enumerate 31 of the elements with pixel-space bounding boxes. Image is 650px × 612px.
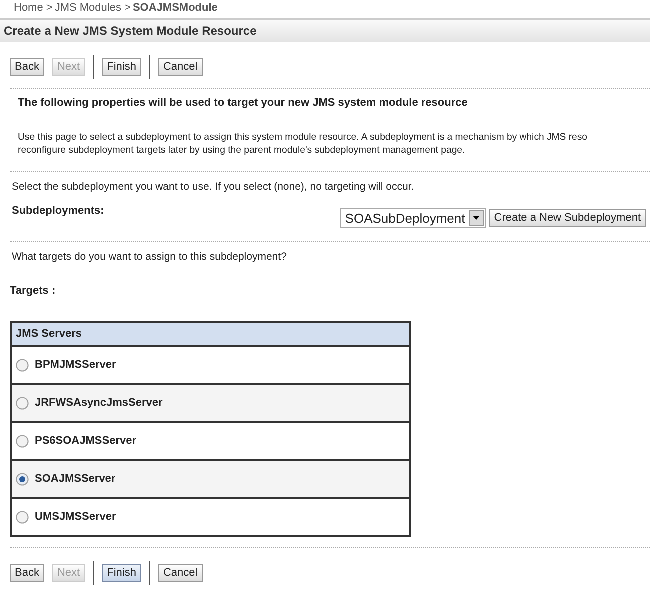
- description-text: reconfigure subdeployment targets later by using the parent module's subdeployment management page.: [18, 144, 466, 157]
- targets-label: Targets :: [9, 284, 57, 299]
- field-label: Subdeployments:: [12, 205, 106, 217]
- wizard-button[interactable]: Finish: [102, 58, 142, 76]
- radio-button[interactable]: [16, 434, 29, 448]
- subdeployment-dropdown[interactable]: SOASubDeployment: [340, 208, 486, 228]
- description-text: Use this page to select a subdeployment to assign this system module resource. A subdeployment is a mechanism by which JMS reso: [18, 131, 589, 144]
- server-name: PS6SOAJMSServer: [35, 435, 136, 447]
- create-subdeployment-button[interactable]: Create a New Subdeployment: [489, 209, 646, 227]
- table-header: JMS Servers: [12, 323, 409, 347]
- breadcrumb-link[interactable]: JMS Modules >: [54, 2, 131, 18]
- server-name: SOAJMSServer: [35, 473, 116, 485]
- breadcrumb-link[interactable]: Home >: [14, 2, 53, 18]
- server-name: UMSJMSServer: [35, 511, 116, 523]
- server-name: BPMJMSServer: [35, 359, 116, 371]
- radio-button[interactable]: [16, 510, 29, 524]
- wizard-button[interactable]: Back: [10, 58, 44, 76]
- radio-button[interactable]: [16, 472, 29, 486]
- page-title: Create a New JMS System Module Resource: [4, 24, 257, 38]
- radio-button[interactable]: [16, 358, 29, 372]
- radio-button[interactable]: [16, 396, 29, 410]
- section-heading: The following properties will be used to target your new JMS system module resource: [17, 96, 469, 111]
- instruction-text: Select the subdeployment you want to use. If you select (none), no targeting will occur.: [11, 180, 416, 195]
- wizard-button[interactable]: Cancel: [158, 564, 203, 582]
- wizard-button[interactable]: Cancel: [158, 58, 203, 76]
- breadcrumb-link[interactable]: SOAJMSModule: [132, 2, 218, 18]
- wizard-button[interactable]: Finish: [102, 564, 142, 582]
- server-name: JRFWSAsyncJmsServer: [35, 397, 163, 409]
- question-text: What targets do you want to assign to this subdeployment?: [11, 250, 288, 265]
- dropdown-caret-icon[interactable]: [469, 210, 484, 226]
- wizard-button[interactable]: Back: [10, 564, 44, 582]
